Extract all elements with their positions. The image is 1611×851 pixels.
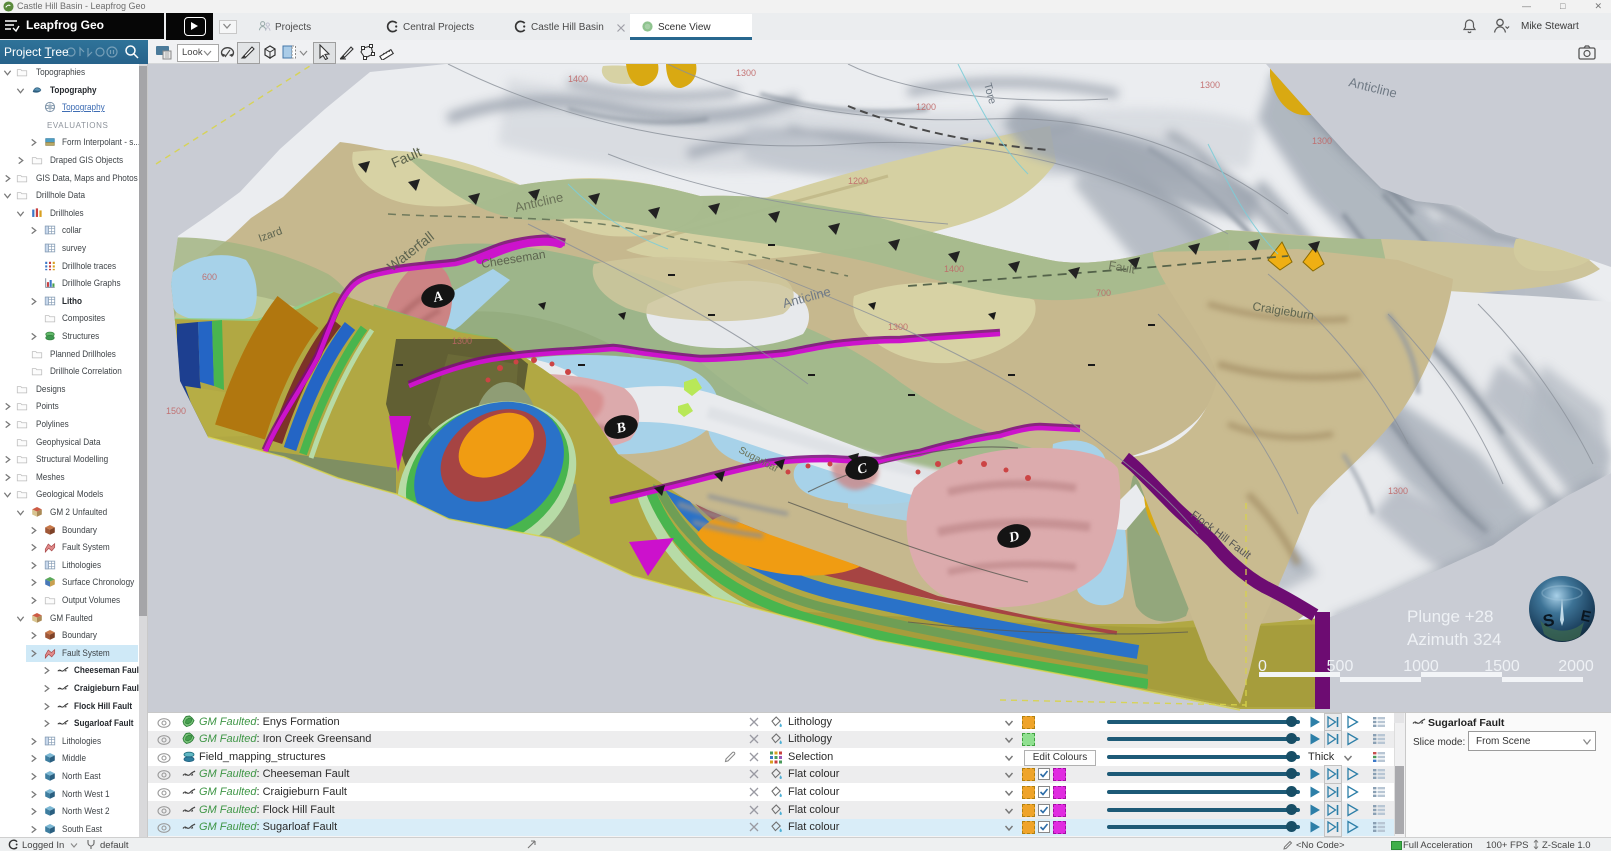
svg-text:1500: 1500	[166, 406, 186, 416]
svg-text:1200: 1200	[916, 102, 936, 112]
svg-text:1300: 1300	[736, 68, 756, 78]
svg-text:1400: 1400	[944, 264, 964, 274]
svg-text:1300: 1300	[1200, 80, 1220, 90]
svg-text:2000: 2000	[1558, 658, 1594, 675]
svg-text:Plunge +28: Plunge +28	[1407, 607, 1494, 626]
svg-text:1300: 1300	[1388, 486, 1408, 496]
svg-text:Azimuth 324: Azimuth 324	[1407, 630, 1502, 649]
svg-text:600: 600	[202, 272, 217, 282]
svg-text:1300: 1300	[888, 322, 908, 332]
svg-text:1300: 1300	[452, 336, 472, 346]
svg-text:700: 700	[1096, 288, 1111, 298]
svg-text:1300: 1300	[1312, 136, 1332, 146]
svg-text:1400: 1400	[568, 74, 588, 84]
svg-text:1200: 1200	[848, 176, 868, 186]
